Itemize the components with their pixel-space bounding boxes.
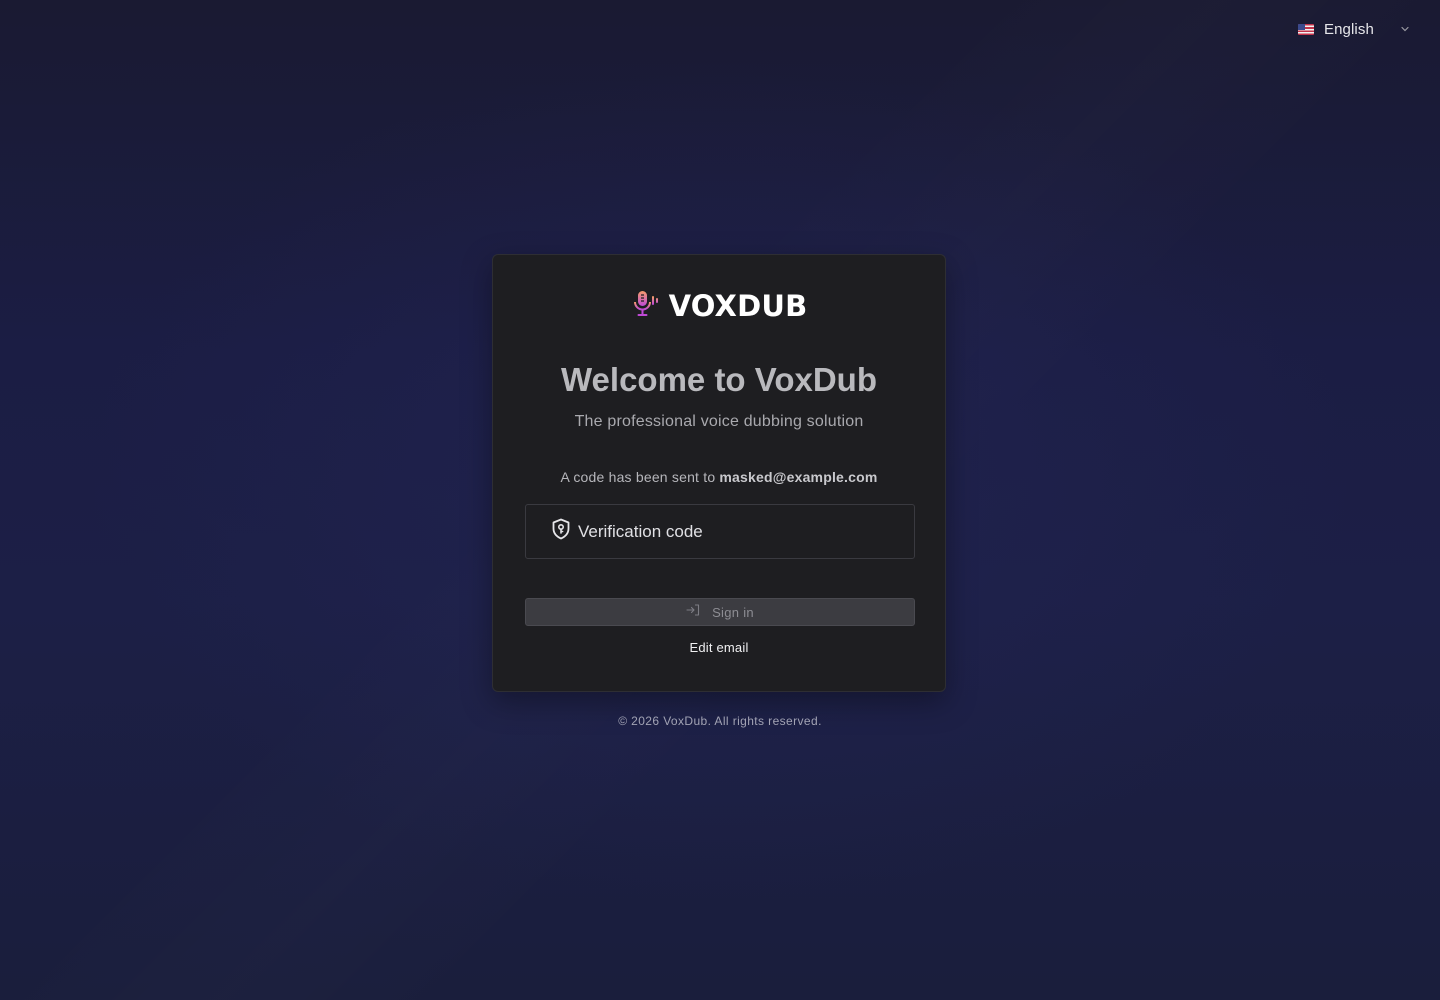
verification-code-input[interactable] [578, 521, 878, 542]
brand-logo: VOXDUB [493, 289, 945, 323]
sign-in-button[interactable]: Sign in [525, 598, 915, 626]
page-subtitle: The professional voice dubbing solution [574, 413, 864, 430]
verification-code-field[interactable] [525, 504, 915, 559]
brand-name: VOXDUB [668, 289, 808, 323]
language-label: English [1324, 20, 1374, 38]
page-title: Welcome to VoxDub [561, 361, 877, 398]
edit-email-link[interactable]: Edit email [493, 640, 945, 655]
login-card: VOXDUB Welcome to VoxDub The professiona… [492, 254, 946, 692]
code-sent-prefix: A code has been sent to [560, 469, 716, 485]
language-selector[interactable]: English [1292, 18, 1410, 40]
shield-key-icon [551, 518, 571, 545]
sign-in-icon [686, 603, 700, 621]
footer-copyright: © 2026 VoxDub. All rights reserved. [618, 714, 822, 728]
us-flag-icon [1298, 23, 1314, 35]
code-sent-message: A code has been sent to masked@example.c… [493, 469, 945, 485]
sign-in-label: Sign in [712, 604, 754, 620]
microphone-icon [631, 289, 661, 324]
masked-email: masked@example.com [719, 469, 878, 485]
chevron-down-icon [1400, 24, 1410, 34]
